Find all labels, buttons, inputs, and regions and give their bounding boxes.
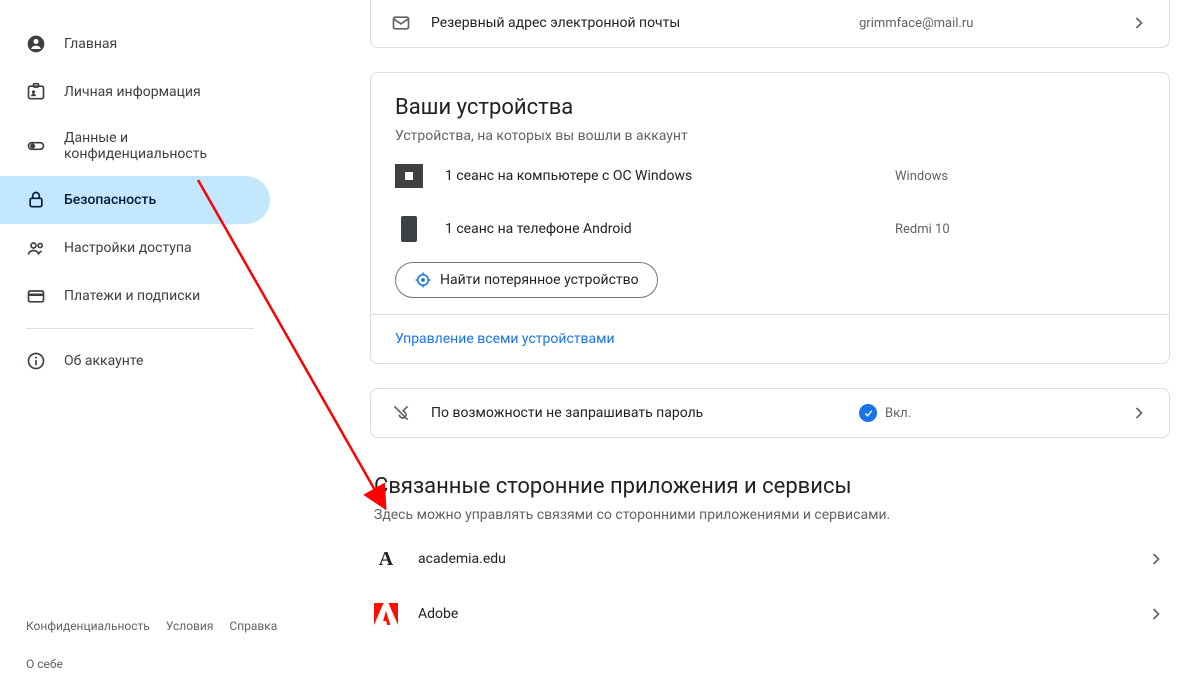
device-label: 1 сеанс на компьютере с ОС Windows [445,168,873,184]
key-off-icon [391,403,411,423]
sidebar-item-label: Об аккаунте [64,353,143,369]
sidebar-item-label: Безопасность [64,192,156,208]
sidebar-item-label: Платежи и подписки [64,288,200,304]
target-icon [414,271,432,289]
sidebar-item-label: Главная [64,36,117,52]
devices-card: Ваши устройства Устройства, на которых в… [370,72,1170,364]
third-party-title: Связанные сторонние приложения и сервисы [374,474,1166,499]
sidebar-item-personal-info[interactable]: Личная информация [0,68,270,116]
third-party-subtitle: Здесь можно управлять связями со сторонн… [374,507,1166,523]
chevron-right-icon [1129,403,1149,423]
device-row[interactable]: 1 сеанс на телефоне Android Redmi 10 [371,202,1169,256]
mail-icon [391,13,411,33]
recovery-email-label: Резервный адрес электронной почты [431,15,839,31]
device-row[interactable]: 1 сеанс на компьютере с ОС Windows Windo… [371,150,1169,202]
recovery-card: Резервный адрес электронной почты grimmf… [370,0,1170,48]
sidebar-divider [26,328,254,329]
info-icon [26,351,46,371]
toggle-icon [26,136,46,156]
main: Резервный адрес электронной почты grimmf… [350,0,1190,679]
sidebar-item-payments[interactable]: Платежи и подписки [0,272,270,320]
sidebar-item-label: Личная информация [64,84,201,100]
card-icon [26,286,46,306]
manage-devices-link[interactable]: Управление всеми устройствами [371,314,1169,363]
find-device-button[interactable]: Найти потерянное устройство [395,262,658,298]
phone-device-icon [401,216,417,242]
sidebar: Главная Личная информация Данные и конфи… [0,0,280,679]
third-party-section-head: Связанные сторонние приложения и сервисы… [370,474,1170,531]
app-name: academia.edu [418,551,1126,567]
skip-password-label: По возможности не запрашивать пароль [431,405,839,421]
people-icon [26,238,46,258]
recovery-email-value: grimmface@mail.ru [859,16,1109,31]
sidebar-item-about[interactable]: Об аккаунте [0,337,270,385]
sidebar-item-label: Данные и конфиденциальность [64,130,258,162]
device-name: Redmi 10 [895,222,1145,237]
sidebar-item-security[interactable]: Безопасность [0,176,270,224]
footer: Конфиденциальность Условия Справка О себ… [0,619,280,679]
skip-password-card: По возможности не запрашивать пароль Вкл… [370,388,1170,438]
footer-help-link[interactable]: Справка [229,619,277,633]
devices-subtitle: Устройства, на которых вы вошли в аккаун… [395,128,1145,144]
lock-icon [26,190,46,210]
chevron-right-icon [1146,549,1166,569]
footer-terms-link[interactable]: Условия [166,619,214,633]
skip-password-status: Вкл. [859,404,1109,422]
device-name: Windows [895,169,1145,184]
windows-device-icon [395,164,423,188]
chevron-right-icon [1129,13,1149,33]
sidebar-item-sharing[interactable]: Настройки доступа [0,224,270,272]
app-name: Adobe [418,606,1126,622]
check-circle-icon [859,404,877,422]
adobe-icon [374,603,398,625]
device-label: 1 сеанс на телефоне Android [445,221,873,237]
footer-about-link[interactable]: О себе [26,657,63,671]
sidebar-item-data-privacy[interactable]: Данные и конфиденциальность [0,116,270,176]
footer-privacy-link[interactable]: Конфиденциальность [26,619,150,633]
id-card-icon [26,82,46,102]
academia-icon: A [374,547,398,571]
third-party-app-row[interactable]: Adobe [370,587,1170,641]
sidebar-item-home[interactable]: Главная [0,20,270,68]
sidebar-item-label: Настройки доступа [64,240,192,256]
third-party-app-row[interactable]: A academia.edu [370,531,1170,587]
skip-password-row[interactable]: По возможности не запрашивать пароль Вкл… [371,389,1169,437]
find-device-label: Найти потерянное устройство [440,272,639,288]
chevron-right-icon [1146,604,1166,624]
devices-title: Ваши устройства [395,95,1145,120]
user-circle-icon [26,34,46,54]
recovery-email-row[interactable]: Резервный адрес электронной почты grimmf… [371,0,1169,47]
